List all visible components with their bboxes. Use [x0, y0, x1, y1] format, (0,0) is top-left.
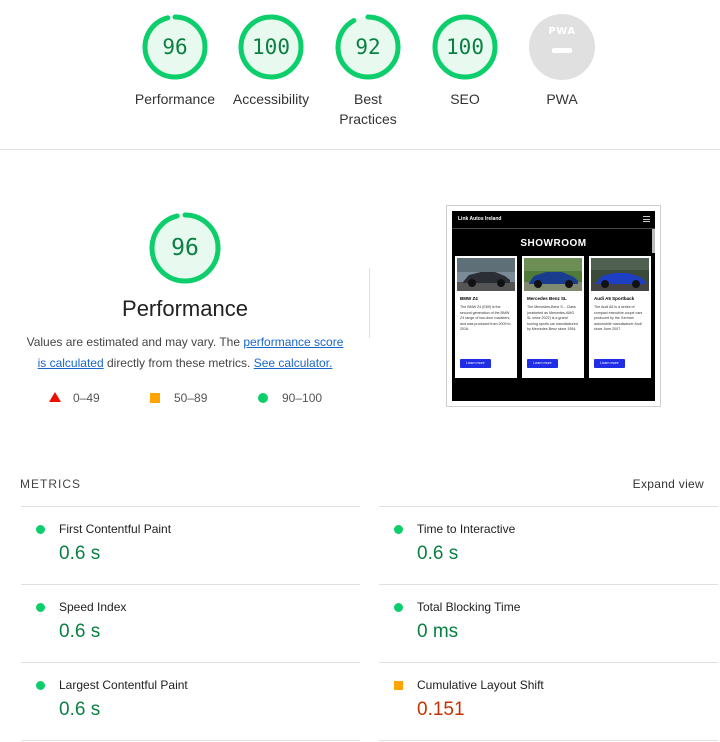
- triangle-icon: [49, 392, 61, 402]
- expand-view-toggle[interactable]: Expand view: [633, 477, 704, 491]
- gauge-ring: 92: [335, 14, 401, 80]
- performance-score: 96: [171, 235, 199, 261]
- metric-time-to-interactive: Time to Interactive 0.6 s: [379, 506, 718, 584]
- description-text: Values are estimated and may vary. The: [26, 335, 244, 349]
- gauge-pwa[interactable]: PWA PWA: [507, 14, 617, 109]
- gauge-ring: 100: [432, 14, 498, 80]
- learn-more-button[interactable]: Learn more: [527, 359, 558, 368]
- gauge-ring: 96: [142, 14, 208, 80]
- gauge-best-practices[interactable]: 92 Best Practices: [313, 14, 423, 129]
- metric-value: 0.151: [417, 699, 465, 720]
- pwa-badge-icon: PWA: [529, 14, 595, 80]
- car-name: BMW Z4: [460, 296, 478, 301]
- gauge-label: Best Practices: [339, 91, 397, 127]
- car-photo-icon: [524, 258, 582, 291]
- pwa-dash-icon: [552, 48, 572, 53]
- metric-title: Time to Interactive: [417, 522, 516, 536]
- metric-total-blocking-time: Total Blocking Time 0 ms: [379, 584, 718, 662]
- metric-value: 0.6 s: [59, 621, 101, 642]
- description-text: directly from these metrics.: [103, 356, 254, 370]
- gauge-seo[interactable]: 100 SEO: [410, 14, 520, 109]
- metrics-header: METRICS: [20, 477, 81, 491]
- car-name: Audi A5 Sportback: [594, 296, 635, 301]
- car-card: Mercedes Benz SL The Mercedes-Benz S... …: [522, 256, 584, 378]
- category-gauges: 96 Performance 100 Accessibility 92 Best…: [0, 0, 720, 150]
- car-photo-icon: [591, 258, 649, 291]
- learn-more-button[interactable]: Learn more: [460, 359, 491, 368]
- metric-first-contentful-paint: First Contentful Paint 0.6 s: [21, 506, 360, 584]
- legend-label: 0–49: [73, 391, 100, 405]
- screenshot-content: Link Autos Ireland SHOWROOM BMW Z4 The B…: [452, 211, 655, 401]
- car-card: Audi A5 Sportback The Audi A5 is a serie…: [589, 256, 651, 378]
- divider: [379, 740, 718, 741]
- car-photo-icon: [457, 258, 515, 291]
- pass-circle-icon: [394, 525, 403, 534]
- see-calculator-link[interactable]: See calculator.: [254, 356, 333, 370]
- square-icon: [150, 393, 160, 403]
- car-name: Mercedes Benz SL: [527, 296, 567, 301]
- metric-speed-index: Speed Index 0.6 s: [21, 584, 360, 662]
- car-description: The Mercedes-Benz S... Class (marketed a…: [527, 305, 578, 331]
- gauge-ring: 100: [238, 14, 304, 80]
- score-legend: 0–49 50–89 90–100: [0, 390, 370, 406]
- gauge-label: Accessibility: [232, 91, 310, 107]
- gauge-label: Performance: [134, 91, 216, 107]
- divider: [369, 268, 370, 338]
- average-square-icon: [394, 681, 403, 690]
- gauge-score: 92: [355, 35, 381, 59]
- metric-title: Cumulative Layout Shift: [417, 678, 544, 692]
- metric-title: Total Blocking Time: [417, 600, 521, 614]
- metric-value: 0 ms: [417, 621, 459, 642]
- gauge-performance[interactable]: 96 Performance: [120, 14, 230, 109]
- metric-value: 0.6 s: [417, 543, 459, 564]
- performance-description: Values are estimated and may vary. The p…: [22, 332, 348, 374]
- site-navbar: Link Autos Ireland: [452, 211, 655, 229]
- car-card: BMW Z4 The BMW Z4 (E89) is the second ge…: [455, 256, 517, 378]
- metric-value: 0.6 s: [59, 543, 101, 564]
- metric-title: First Contentful Paint: [59, 522, 172, 536]
- hamburger-menu-icon: [643, 216, 650, 222]
- car-description: The Audi A5 is a series of compact execu…: [594, 305, 643, 331]
- pass-circle-icon: [36, 525, 45, 534]
- metric-title: Speed Index: [59, 600, 127, 614]
- metric-title: Largest Contentful Paint: [59, 678, 188, 692]
- metric-value: 0.6 s: [59, 699, 101, 720]
- legend-label: 90–100: [282, 391, 323, 405]
- gauge-accessibility[interactable]: 100 Accessibility: [216, 14, 326, 109]
- divider: [21, 740, 360, 741]
- legend-label: 50–89: [174, 391, 208, 405]
- gauge-label: PWA: [546, 91, 578, 107]
- pass-circle-icon: [394, 603, 403, 612]
- pass-circle-icon: [36, 681, 45, 690]
- car-description: The BMW Z4 (E89) is the second generatio…: [460, 305, 511, 331]
- pwa-badge-text: PWA: [548, 26, 576, 37]
- site-heading: SHOWROOM: [520, 238, 587, 249]
- site-brand: Link Autos Ireland: [458, 216, 502, 222]
- gauge-score: 100: [446, 35, 484, 59]
- metric-cumulative-layout-shift: Cumulative Layout Shift 0.151: [379, 662, 718, 740]
- learn-more-button[interactable]: Learn more: [594, 359, 625, 368]
- pass-circle-icon: [36, 603, 45, 612]
- performance-title: Performance: [122, 296, 248, 321]
- gauge-label: SEO: [450, 91, 480, 107]
- gauge-score: 96: [162, 35, 188, 59]
- circle-icon: [258, 393, 268, 403]
- final-screenshot[interactable]: Link Autos Ireland SHOWROOM BMW Z4 The B…: [446, 205, 661, 407]
- performance-gauge: 96: [149, 212, 221, 284]
- gauge-score: 100: [252, 35, 290, 59]
- metric-largest-contentful-paint: Largest Contentful Paint 0.6 s: [21, 662, 360, 740]
